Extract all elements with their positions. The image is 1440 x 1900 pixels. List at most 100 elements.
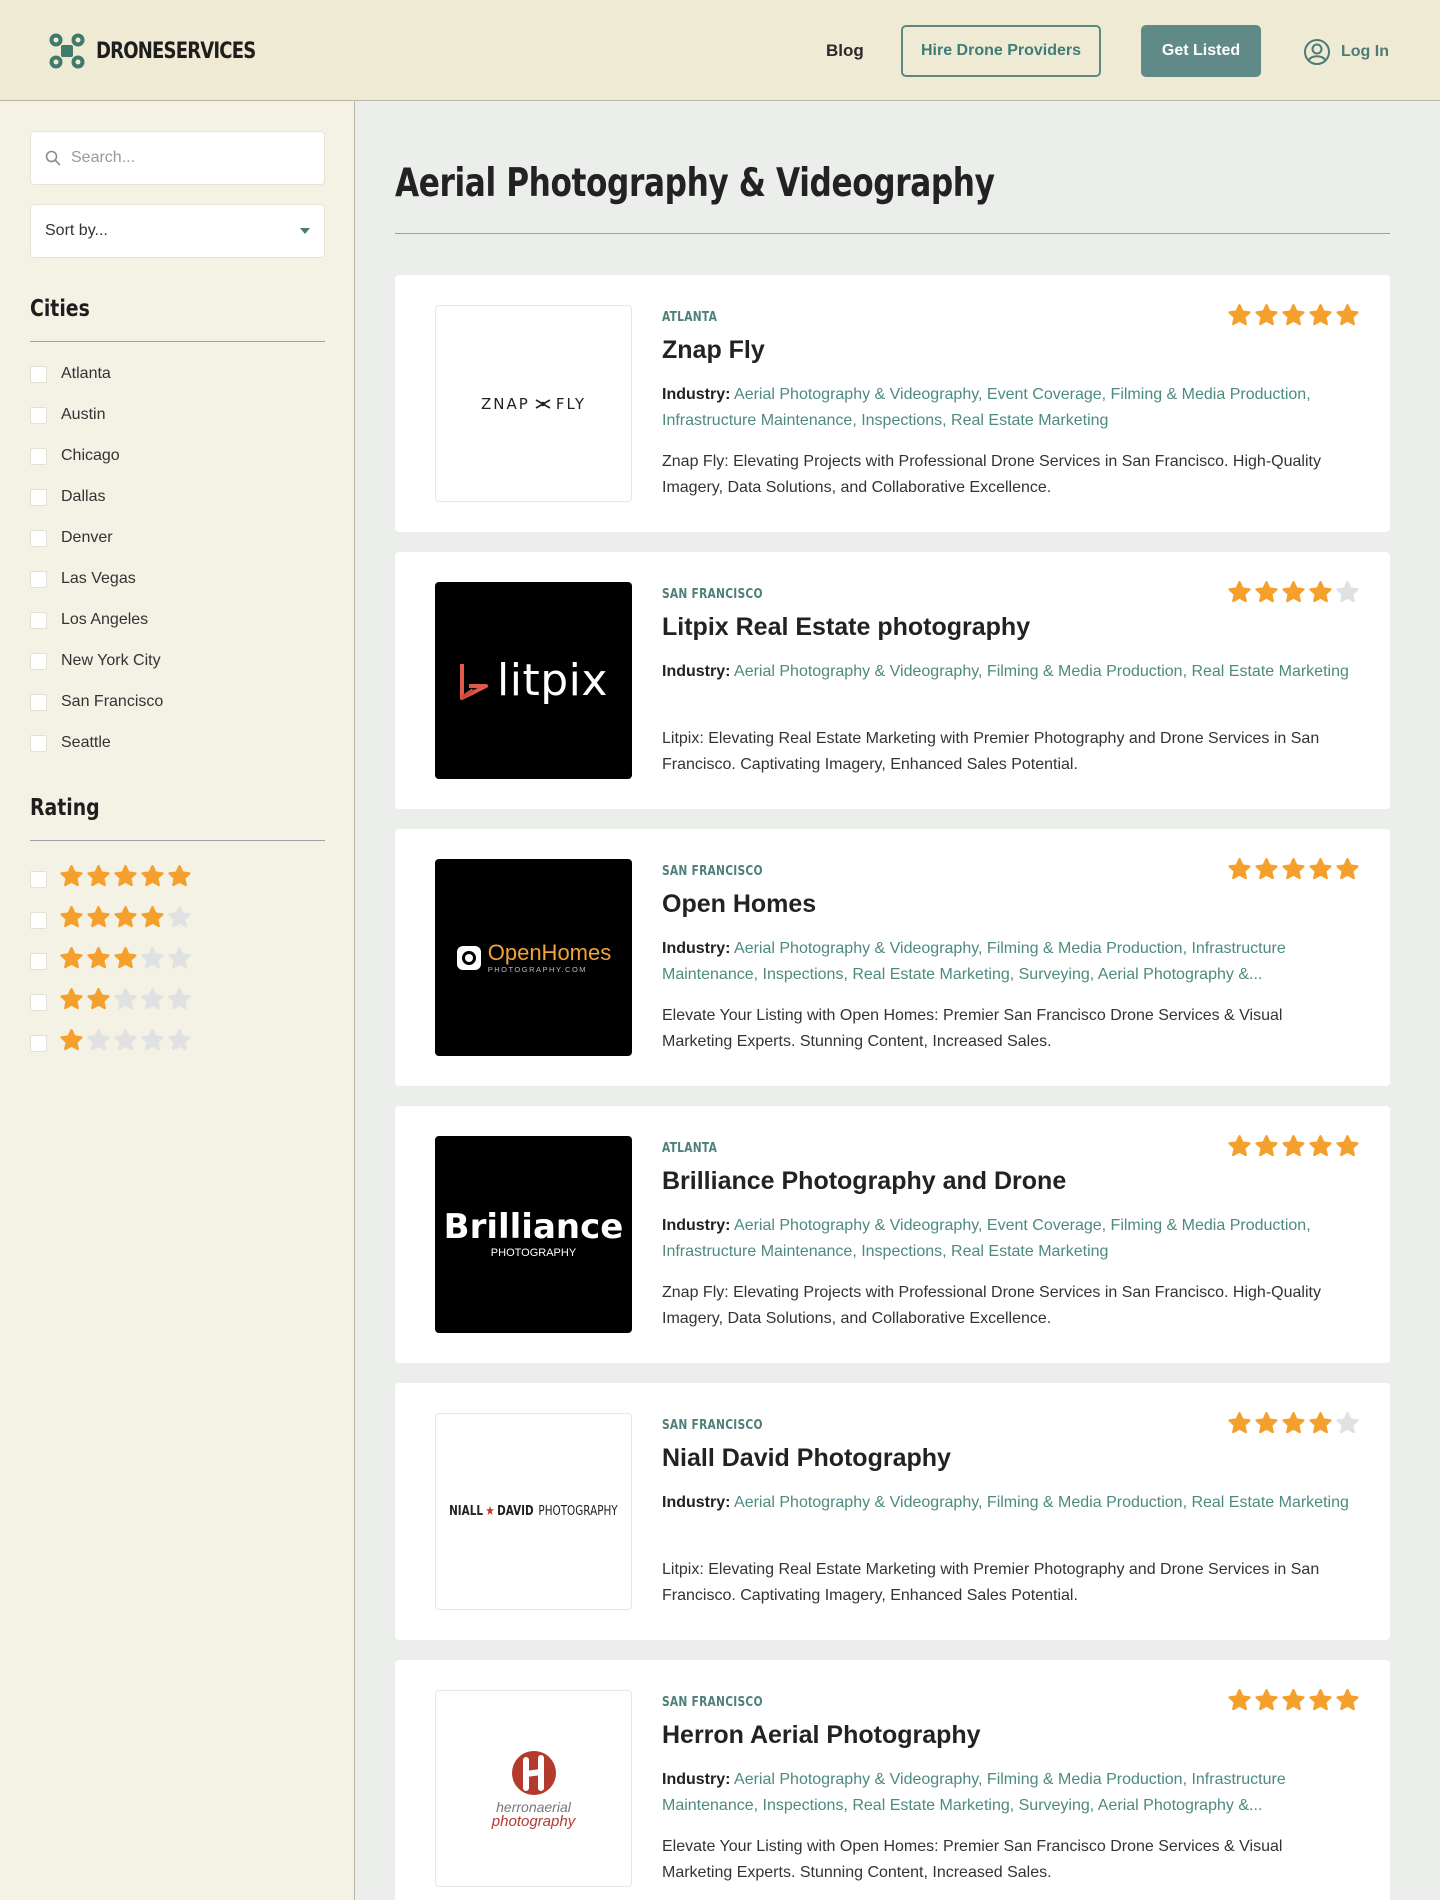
listing-logo[interactable]: OpenHomes PHOTOGRAPHY.COM xyxy=(435,859,632,1056)
star-filled-icon xyxy=(1308,857,1333,887)
listing-stars xyxy=(1227,1134,1360,1164)
city-checkbox[interactable] xyxy=(30,406,47,424)
city-label: Las Vegas xyxy=(61,570,136,587)
listing-card[interactable]: OpenHomes PHOTOGRAPHY.COM SAN FRANCISCO Ope… xyxy=(395,829,1390,1086)
login-link[interactable]: Log In xyxy=(1303,38,1389,66)
sort-select[interactable]: Sort by... xyxy=(30,204,325,258)
industry-label: Industry: xyxy=(662,663,731,680)
city-filter-item[interactable]: New York City xyxy=(30,652,161,670)
search-input[interactable] xyxy=(71,149,311,167)
star-filled-icon xyxy=(113,905,138,935)
listing-name[interactable]: Brilliance Photography and Drone xyxy=(662,1167,1066,1196)
city-checkbox[interactable] xyxy=(30,529,47,547)
rating-checkbox[interactable] xyxy=(30,1034,47,1052)
star-empty-icon xyxy=(140,946,165,976)
rating-divider xyxy=(30,840,325,841)
caret-down-icon xyxy=(300,228,310,234)
industry-list[interactable]: Aerial Photography & Videography, Event … xyxy=(662,1217,1311,1260)
rating-filter-item[interactable] xyxy=(30,987,192,1017)
star-filled-icon xyxy=(1227,580,1252,610)
city-filter-item[interactable]: San Francisco xyxy=(30,693,163,711)
get-listed-button[interactable]: Get Listed xyxy=(1141,25,1261,77)
city-filter-item[interactable]: Chicago xyxy=(30,447,120,465)
industry-list[interactable]: Aerial Photography & Videography, Filmin… xyxy=(662,940,1286,983)
industry-list[interactable]: Aerial Photography & Videography, Filmin… xyxy=(662,1771,1286,1814)
industry-label: Industry: xyxy=(662,386,731,403)
search-icon xyxy=(45,150,61,166)
rating-checkbox[interactable] xyxy=(30,870,47,888)
city-checkbox[interactable] xyxy=(30,447,47,465)
filter-sidebar: Sort by... Cities Atlanta Austin Chicago Da… xyxy=(0,101,355,1900)
city-filter-item[interactable]: Atlanta xyxy=(30,365,111,383)
city-checkbox[interactable] xyxy=(30,734,47,752)
city-checkbox[interactable] xyxy=(30,693,47,711)
city-checkbox[interactable] xyxy=(30,488,47,506)
rating-stars xyxy=(59,1028,192,1058)
city-checkbox[interactable] xyxy=(30,570,47,588)
nav-blog-link[interactable]: Blog xyxy=(826,41,864,61)
listing-name[interactable]: Znap Fly xyxy=(662,336,765,365)
city-label: Los Angeles xyxy=(61,611,149,628)
rating-filter-item[interactable] xyxy=(30,905,192,935)
star-filled-icon xyxy=(1254,1134,1279,1164)
city-label: Dallas xyxy=(61,488,106,505)
star-filled-icon xyxy=(86,905,111,935)
rating-filter-item[interactable] xyxy=(30,946,192,976)
star-filled-icon xyxy=(1254,1411,1279,1441)
industry-list[interactable]: Aerial Photography & Videography, Filmin… xyxy=(734,1494,1349,1511)
listing-name[interactable]: Open Homes xyxy=(662,890,816,919)
star-filled-icon xyxy=(1227,857,1252,887)
star-filled-icon xyxy=(86,864,111,894)
rating-checkbox[interactable] xyxy=(30,911,47,929)
listing-logo[interactable]: NIALL ★ DAVID PHOTOGRAPHY xyxy=(435,1413,632,1610)
listing-industries: Industry: Aerial Photography & Videograp… xyxy=(662,1767,1352,1819)
star-empty-icon xyxy=(167,1028,192,1058)
city-label: Denver xyxy=(61,529,113,546)
star-empty-icon xyxy=(167,905,192,935)
listing-logo[interactable]: ZNAP FLY xyxy=(435,305,632,502)
city-filter-item[interactable]: Seattle xyxy=(30,734,111,752)
rating-checkbox[interactable] xyxy=(30,993,47,1011)
listing-card[interactable]: NIALL ★ DAVID PHOTOGRAPHY SAN FRANCISCO Niall… xyxy=(395,1383,1390,1640)
listing-name[interactable]: Litpix Real Estate photography xyxy=(662,613,1030,642)
listing-card[interactable]: litpix SAN FRANCISCO Litpix Real Estate ph… xyxy=(395,552,1390,809)
listing-stars xyxy=(1227,1688,1360,1718)
star-filled-icon xyxy=(1281,303,1306,333)
brand-logo[interactable]: DRONESERVICES xyxy=(48,32,290,70)
listing-description: Litpix: Elevating Real Estate Marketing … xyxy=(662,1561,1320,1604)
city-filter-item[interactable]: Las Vegas xyxy=(30,570,136,588)
star-empty-icon xyxy=(140,1028,165,1058)
brilliance-logo: Brilliance PHOTOGRAPHY xyxy=(443,1207,624,1259)
hire-drone-providers-button[interactable]: Hire Drone Providers xyxy=(901,25,1101,77)
industry-list[interactable]: Aerial Photography & Videography, Filmin… xyxy=(734,663,1349,680)
listing-card[interactable]: Brilliance PHOTOGRAPHY ATLANTA Brilliance P… xyxy=(395,1106,1390,1363)
listing-logo[interactable]: herronaerial photography xyxy=(435,1690,632,1887)
listing-logo[interactable]: Brilliance PHOTOGRAPHY xyxy=(435,1136,632,1333)
cities-heading: Cities xyxy=(30,296,90,322)
listing-logo[interactable]: litpix xyxy=(435,582,632,779)
listing-stars xyxy=(1227,580,1360,610)
star-filled-icon xyxy=(1308,1688,1333,1718)
rating-filter-item[interactable] xyxy=(30,1028,192,1058)
listing-name[interactable]: Niall David Photography xyxy=(662,1444,951,1473)
search-field[interactable] xyxy=(30,131,325,185)
rating-filter-item[interactable] xyxy=(30,864,192,894)
city-filter-item[interactable]: Los Angeles xyxy=(30,611,148,629)
city-filter-item[interactable]: Dallas xyxy=(30,488,105,506)
rating-checkbox[interactable] xyxy=(30,952,47,970)
city-checkbox[interactable] xyxy=(30,365,47,383)
star-filled-icon xyxy=(1281,1688,1306,1718)
listing-rating xyxy=(1227,1411,1360,1441)
city-checkbox[interactable] xyxy=(30,611,47,629)
star-filled-icon xyxy=(1281,1134,1306,1164)
city-label: San Francisco xyxy=(61,693,164,710)
listing-card[interactable]: herronaerial photography SAN FRANCISCO Herr… xyxy=(395,1660,1390,1900)
city-filter-item[interactable]: Denver xyxy=(30,529,113,547)
listing-industries: Industry: Aerial Photography & Videograp… xyxy=(662,1213,1352,1265)
city-checkbox[interactable] xyxy=(30,652,47,670)
city-filter-item[interactable]: Austin xyxy=(30,406,105,424)
listing-name[interactable]: Herron Aerial Photography xyxy=(662,1721,981,1750)
industry-list[interactable]: Aerial Photography & Videography, Event … xyxy=(662,386,1311,429)
star-empty-icon xyxy=(86,1028,111,1058)
listing-card[interactable]: ZNAP FLY ATLANTA Znap Fly Industry: Aerial P… xyxy=(395,275,1390,532)
